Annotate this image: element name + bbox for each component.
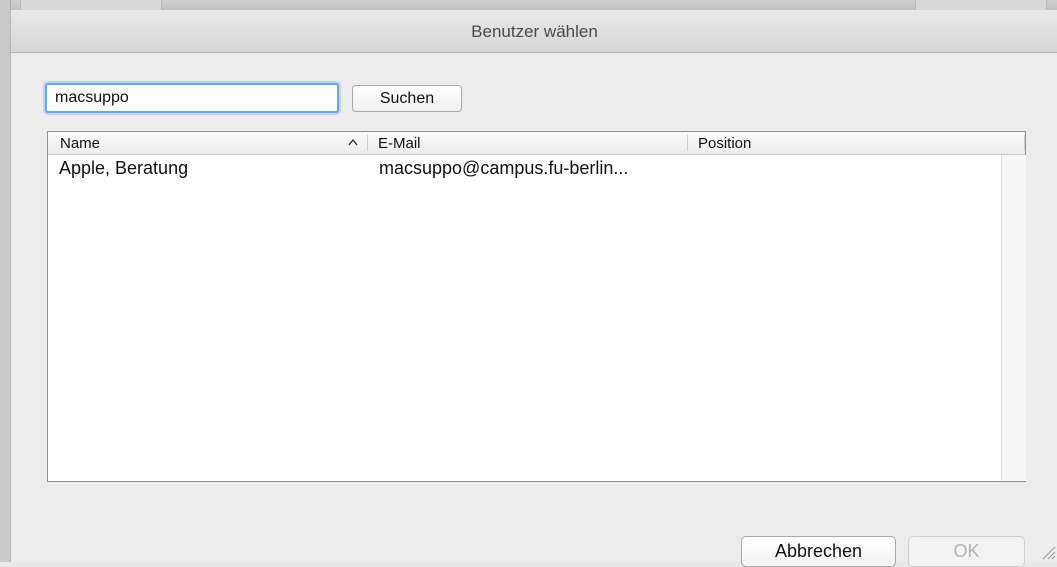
cell-name: Apple, Beratung xyxy=(59,158,189,178)
vertical-scrollbar[interactable] xyxy=(1001,155,1026,481)
ok-button[interactable]: OK xyxy=(908,536,1025,567)
table-header: Name E-Mail Position xyxy=(48,132,1025,155)
select-user-dialog: Benutzer wählen macsuppo Suchen Name E-M… xyxy=(10,10,1057,567)
column-divider xyxy=(367,135,368,151)
column-header-email[interactable]: E-Mail xyxy=(378,132,678,154)
cell-email: macsuppo@campus.fu-berlin... xyxy=(379,158,629,178)
sort-ascending-icon xyxy=(348,138,358,146)
column-header-position[interactable]: Position xyxy=(698,132,998,154)
results-table: Name E-Mail Position Apple, Beratung mac… xyxy=(47,131,1026,482)
cancel-button[interactable]: Abbrechen xyxy=(741,536,896,567)
search-button[interactable]: Suchen xyxy=(352,85,462,112)
table-row[interactable]: Apple, Beratung macsuppo@campus.fu-berli… xyxy=(48,155,1001,181)
resize-grip-icon[interactable] xyxy=(1038,542,1056,560)
column-divider xyxy=(1024,135,1025,151)
column-header-name[interactable]: Name xyxy=(60,132,350,154)
dialog-title: Benutzer wählen xyxy=(11,10,1057,53)
column-divider xyxy=(687,135,688,151)
search-input[interactable]: macsuppo xyxy=(45,83,339,113)
table-body: Apple, Beratung macsuppo@campus.fu-berli… xyxy=(48,155,1001,481)
